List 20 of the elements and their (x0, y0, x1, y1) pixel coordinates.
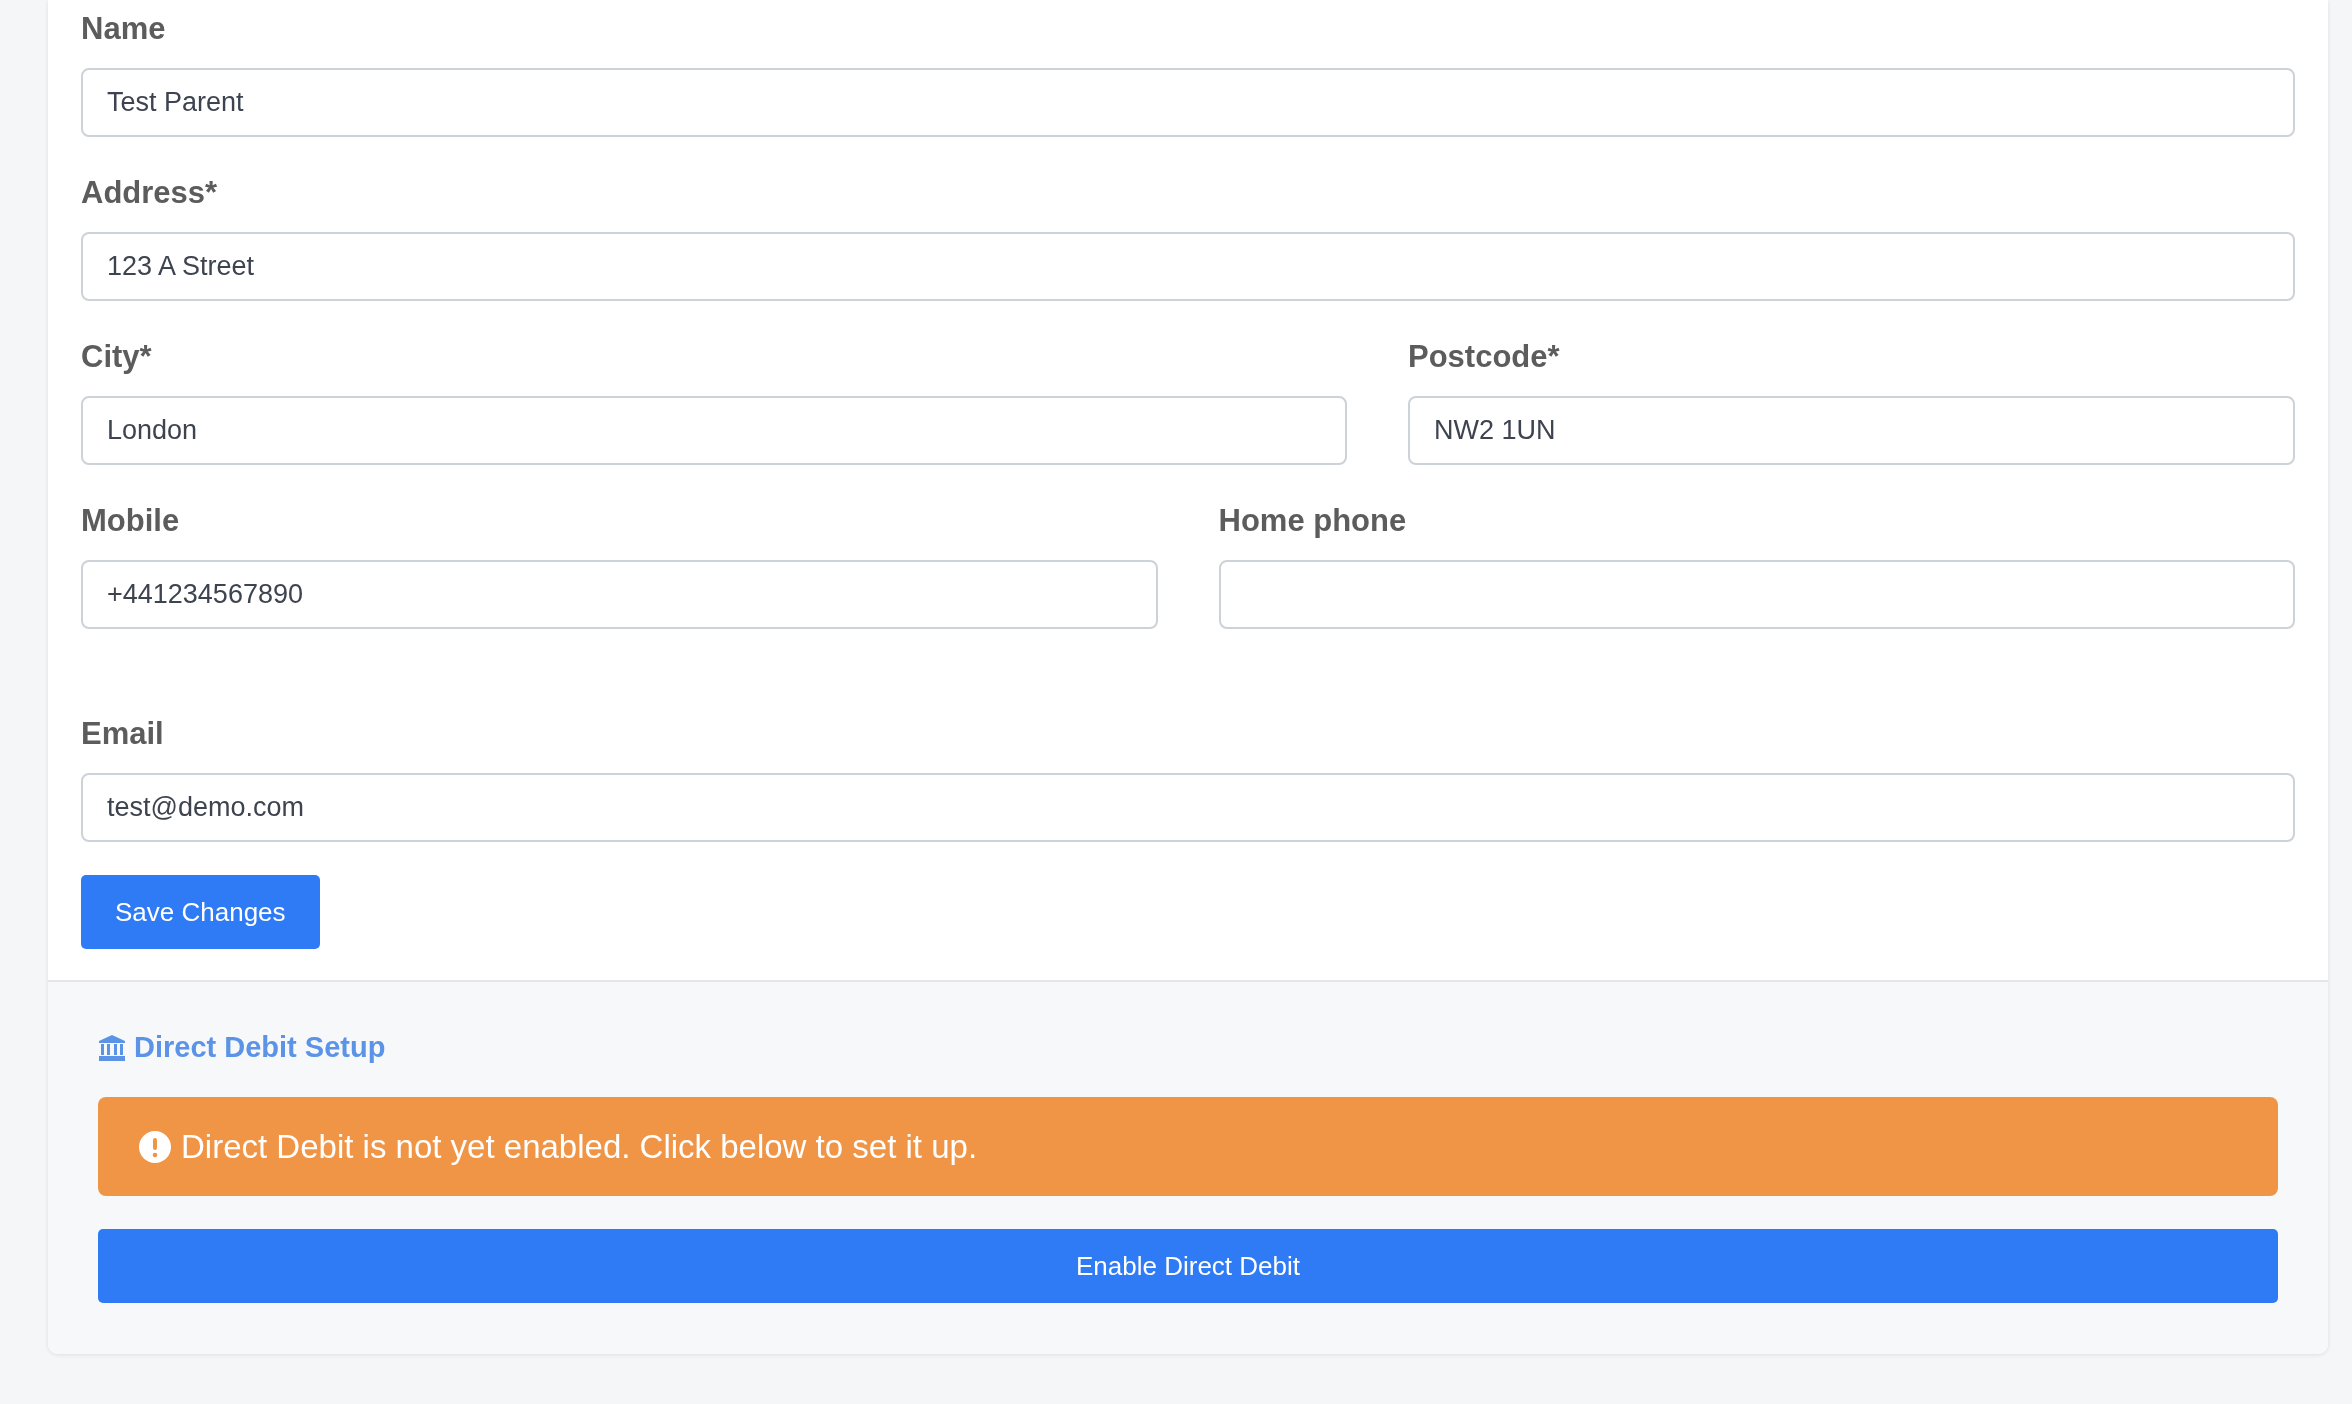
exclamation-icon (139, 1130, 171, 1163)
input-field[interactable] (1218, 560, 2295, 629)
field-label: Name (81, 11, 167, 47)
input-field[interactable]: 123 A Street (81, 232, 2295, 301)
input-field[interactable]: +441234567890 (81, 560, 1158, 629)
save-changes-button[interactable]: Save Changes (81, 875, 320, 949)
field-label: Postcode* (1408, 339, 1561, 375)
section-title: Direct Debit Setup (134, 1030, 386, 1066)
input-field[interactable]: London (81, 396, 1347, 465)
bank-icon (98, 1034, 126, 1062)
input-field[interactable]: Test Parent (81, 68, 2295, 137)
alert-message: Direct Debit is not yet enabled. Click below to set it up. (181, 1126, 978, 1167)
field-label: Mobile (81, 503, 181, 539)
input-field[interactable]: NW2 1UN (1408, 396, 2295, 465)
enable-direct-debit-button[interactable]: Enable Direct Debit (98, 1229, 2278, 1303)
input-field[interactable]: test@demo.com (81, 773, 2295, 842)
field-label: City* (81, 339, 153, 375)
field-label: Address* (81, 175, 219, 211)
field-label: Home phone (1218, 503, 1408, 539)
field-label: Email (81, 716, 165, 752)
